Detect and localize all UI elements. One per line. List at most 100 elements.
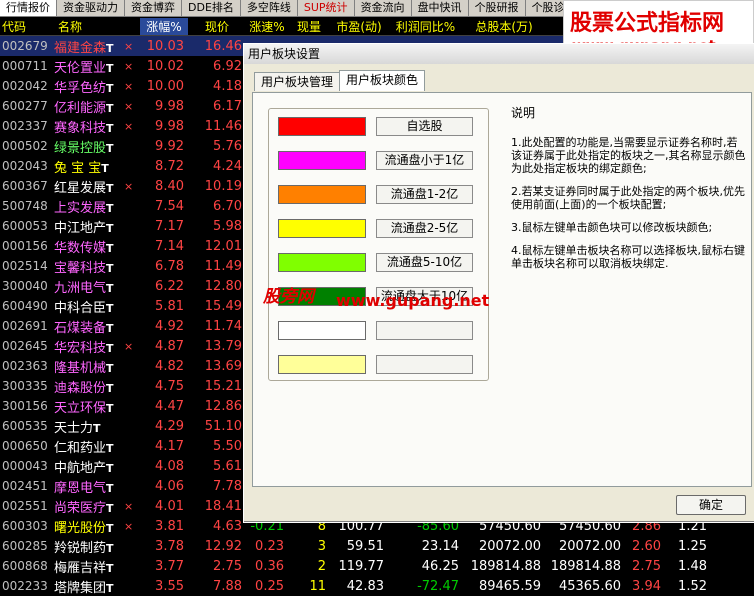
cell-price: 16.46 bbox=[204, 38, 242, 54]
top-tab[interactable]: 盘中快讯 bbox=[411, 0, 469, 16]
cell-pct: 4.01 bbox=[155, 498, 184, 514]
block-color-panel: 自选股 流通盘小于1亿 流通盘1-2亿 流通盘2-5亿 流通盘5-10亿 流通盘大于10亿… bbox=[252, 92, 752, 487]
tab-block-manage[interactable]: 用户板块管理 bbox=[254, 72, 341, 91]
block-name-button[interactable] bbox=[376, 321, 473, 340]
color-swatch[interactable] bbox=[278, 219, 366, 238]
top-tab[interactable]: 资金流向 bbox=[354, 0, 412, 16]
cell-name: 隆基机械T bbox=[54, 360, 114, 376]
color-swatch[interactable] bbox=[278, 185, 366, 204]
trade-marker-icon: T bbox=[106, 341, 114, 355]
color-block-group: 自选股 流通盘小于1亿 流通盘1-2亿 流通盘2-5亿 流通盘5-10亿 流通盘大于10亿 bbox=[268, 108, 489, 381]
top-tab[interactable]: 个股研报 bbox=[468, 0, 526, 16]
cell-price: 51.10 bbox=[204, 418, 242, 434]
cell-name: 九洲电气T bbox=[54, 280, 114, 296]
cell-name: 曙光股份T bbox=[54, 520, 114, 536]
table-row[interactable]: 600868 梅雁吉祥T 3.77 2.75 0.36 2 119.77 46.25 18981… bbox=[0, 556, 754, 576]
col-pct[interactable]: 涨幅% bbox=[140, 17, 188, 35]
cell-name: 仁和药业T bbox=[54, 440, 114, 456]
top-tab[interactable]: 资金博弈 bbox=[125, 0, 182, 16]
cell-name: 上实发展T bbox=[54, 200, 114, 216]
cell-code: 000650 bbox=[2, 439, 48, 453]
description: 说明 1.此处配置的功能是,当需要显示证券名称时,若该证券属于此处指定的板块之一… bbox=[511, 107, 747, 280]
cell-vol: 11 bbox=[309, 578, 326, 594]
cell-price: 15.21 bbox=[204, 378, 242, 394]
description-title: 说明 bbox=[511, 106, 536, 120]
block-name-button[interactable]: 流通盘2-5亿 bbox=[376, 219, 473, 238]
cell-price: 4.63 bbox=[213, 518, 242, 534]
table-row[interactable]: 002233 塔牌集团T 3.55 7.88 0.25 11 42.83 -72.47 8946… bbox=[0, 576, 754, 596]
watermark-text: 股旁网 bbox=[263, 287, 314, 307]
cell-profit: 23.14 bbox=[421, 538, 459, 554]
cell-pct: 4.87 bbox=[155, 338, 184, 354]
cell-code: 002551 bbox=[2, 499, 48, 513]
cell-x2: 1.25 bbox=[678, 538, 707, 554]
cell-price: 5.98 bbox=[213, 218, 242, 234]
cell-x1: 2.75 bbox=[632, 558, 661, 574]
top-tab[interactable]: 资金驱动力 bbox=[57, 0, 125, 16]
color-swatch[interactable] bbox=[278, 321, 366, 340]
cell-name: 尚荣医疗T bbox=[54, 500, 114, 516]
cell-pct: 4.17 bbox=[155, 438, 184, 454]
color-swatch[interactable] bbox=[278, 151, 366, 170]
cell-x2: 1.48 bbox=[678, 558, 707, 574]
trade-marker-icon: T bbox=[101, 161, 109, 175]
cell-pe: 119.77 bbox=[338, 558, 385, 574]
dialog-tabs: 用户板块管理 用户板块颜色 bbox=[254, 70, 426, 92]
trade-marker-icon: T bbox=[106, 321, 114, 335]
cell-x1: 3.94 bbox=[632, 578, 661, 594]
cell-code: 600868 bbox=[2, 559, 48, 573]
col-total[interactable]: 总股本(万) bbox=[463, 18, 545, 35]
trade-marker-icon: T bbox=[106, 261, 114, 275]
cell-price: 6.70 bbox=[213, 198, 242, 214]
color-swatch[interactable] bbox=[278, 253, 366, 272]
block-name-button[interactable]: 流通盘1-2亿 bbox=[376, 185, 473, 204]
color-swatch[interactable] bbox=[278, 355, 366, 374]
cell-pct: 4.75 bbox=[155, 378, 184, 394]
block-name-button[interactable]: 流通盘5-10亿 bbox=[376, 253, 473, 272]
trade-marker-icon: T bbox=[106, 381, 114, 395]
col-speed[interactable]: 涨速% bbox=[246, 18, 288, 35]
tab-block-color[interactable]: 用户板块颜色 bbox=[339, 70, 426, 91]
block-name-button[interactable]: 流通盘小于1亿 bbox=[376, 151, 473, 170]
col-name[interactable]: 名称 bbox=[56, 18, 140, 35]
col-profit[interactable]: 利润同比% bbox=[388, 18, 463, 35]
cell-x: × bbox=[124, 339, 134, 353]
cell-name: 红星发展T bbox=[54, 180, 114, 196]
ok-button[interactable]: 确定 bbox=[676, 495, 746, 515]
top-tab[interactable]: DDE排名 bbox=[182, 0, 241, 16]
color-swatch[interactable] bbox=[278, 117, 366, 136]
top-tab[interactable]: 行情报价 bbox=[0, 0, 57, 16]
col-code[interactable]: 代码 bbox=[0, 18, 56, 35]
block-name-button[interactable] bbox=[376, 355, 473, 374]
cell-code: 000156 bbox=[2, 239, 48, 253]
cell-name: 迪森股份T bbox=[54, 380, 114, 396]
col-vol[interactable]: 现量 bbox=[288, 18, 330, 35]
col-price[interactable]: 现价 bbox=[188, 18, 246, 35]
trade-marker-icon: T bbox=[106, 101, 114, 115]
cell-price: 13.69 bbox=[204, 358, 242, 374]
cell-code: 600367 bbox=[2, 179, 48, 193]
block-name-button[interactable]: 自选股 bbox=[376, 117, 473, 136]
cell-price: 6.92 bbox=[213, 58, 242, 74]
cell-name: 华孚色纺T bbox=[54, 80, 114, 96]
cell-name: 宝馨科技T bbox=[54, 260, 114, 276]
cell-name: 赛象科技T bbox=[54, 120, 114, 136]
cell-pct: 4.06 bbox=[155, 478, 184, 494]
col-pe[interactable]: 市盈(动) bbox=[330, 18, 388, 35]
cell-x: × bbox=[124, 499, 134, 513]
trade-marker-icon: T bbox=[106, 401, 114, 415]
top-tab[interactable]: SUP统计 bbox=[297, 0, 355, 16]
cell-code: 300335 bbox=[2, 379, 48, 393]
logo-line1: 股票公式指标网 bbox=[570, 11, 725, 36]
cell-price: 5.76 bbox=[213, 138, 242, 154]
cell-code: 600053 bbox=[2, 219, 48, 233]
cell-price: 12.92 bbox=[204, 538, 242, 554]
cell-pct: 8.72 bbox=[155, 158, 184, 174]
cell-total: 89465.59 bbox=[478, 578, 541, 594]
cell-price: 15.49 bbox=[204, 298, 242, 314]
cell-code: 600303 bbox=[2, 519, 48, 533]
cell-price: 12.86 bbox=[204, 398, 242, 414]
table-row[interactable]: 600285 羚锐制药T 3.78 12.92 0.23 3 59.51 23.14 20072… bbox=[0, 536, 754, 556]
top-tab[interactable]: 多空阵线 bbox=[240, 0, 298, 16]
cell-name: 天伦置业T bbox=[54, 60, 114, 76]
